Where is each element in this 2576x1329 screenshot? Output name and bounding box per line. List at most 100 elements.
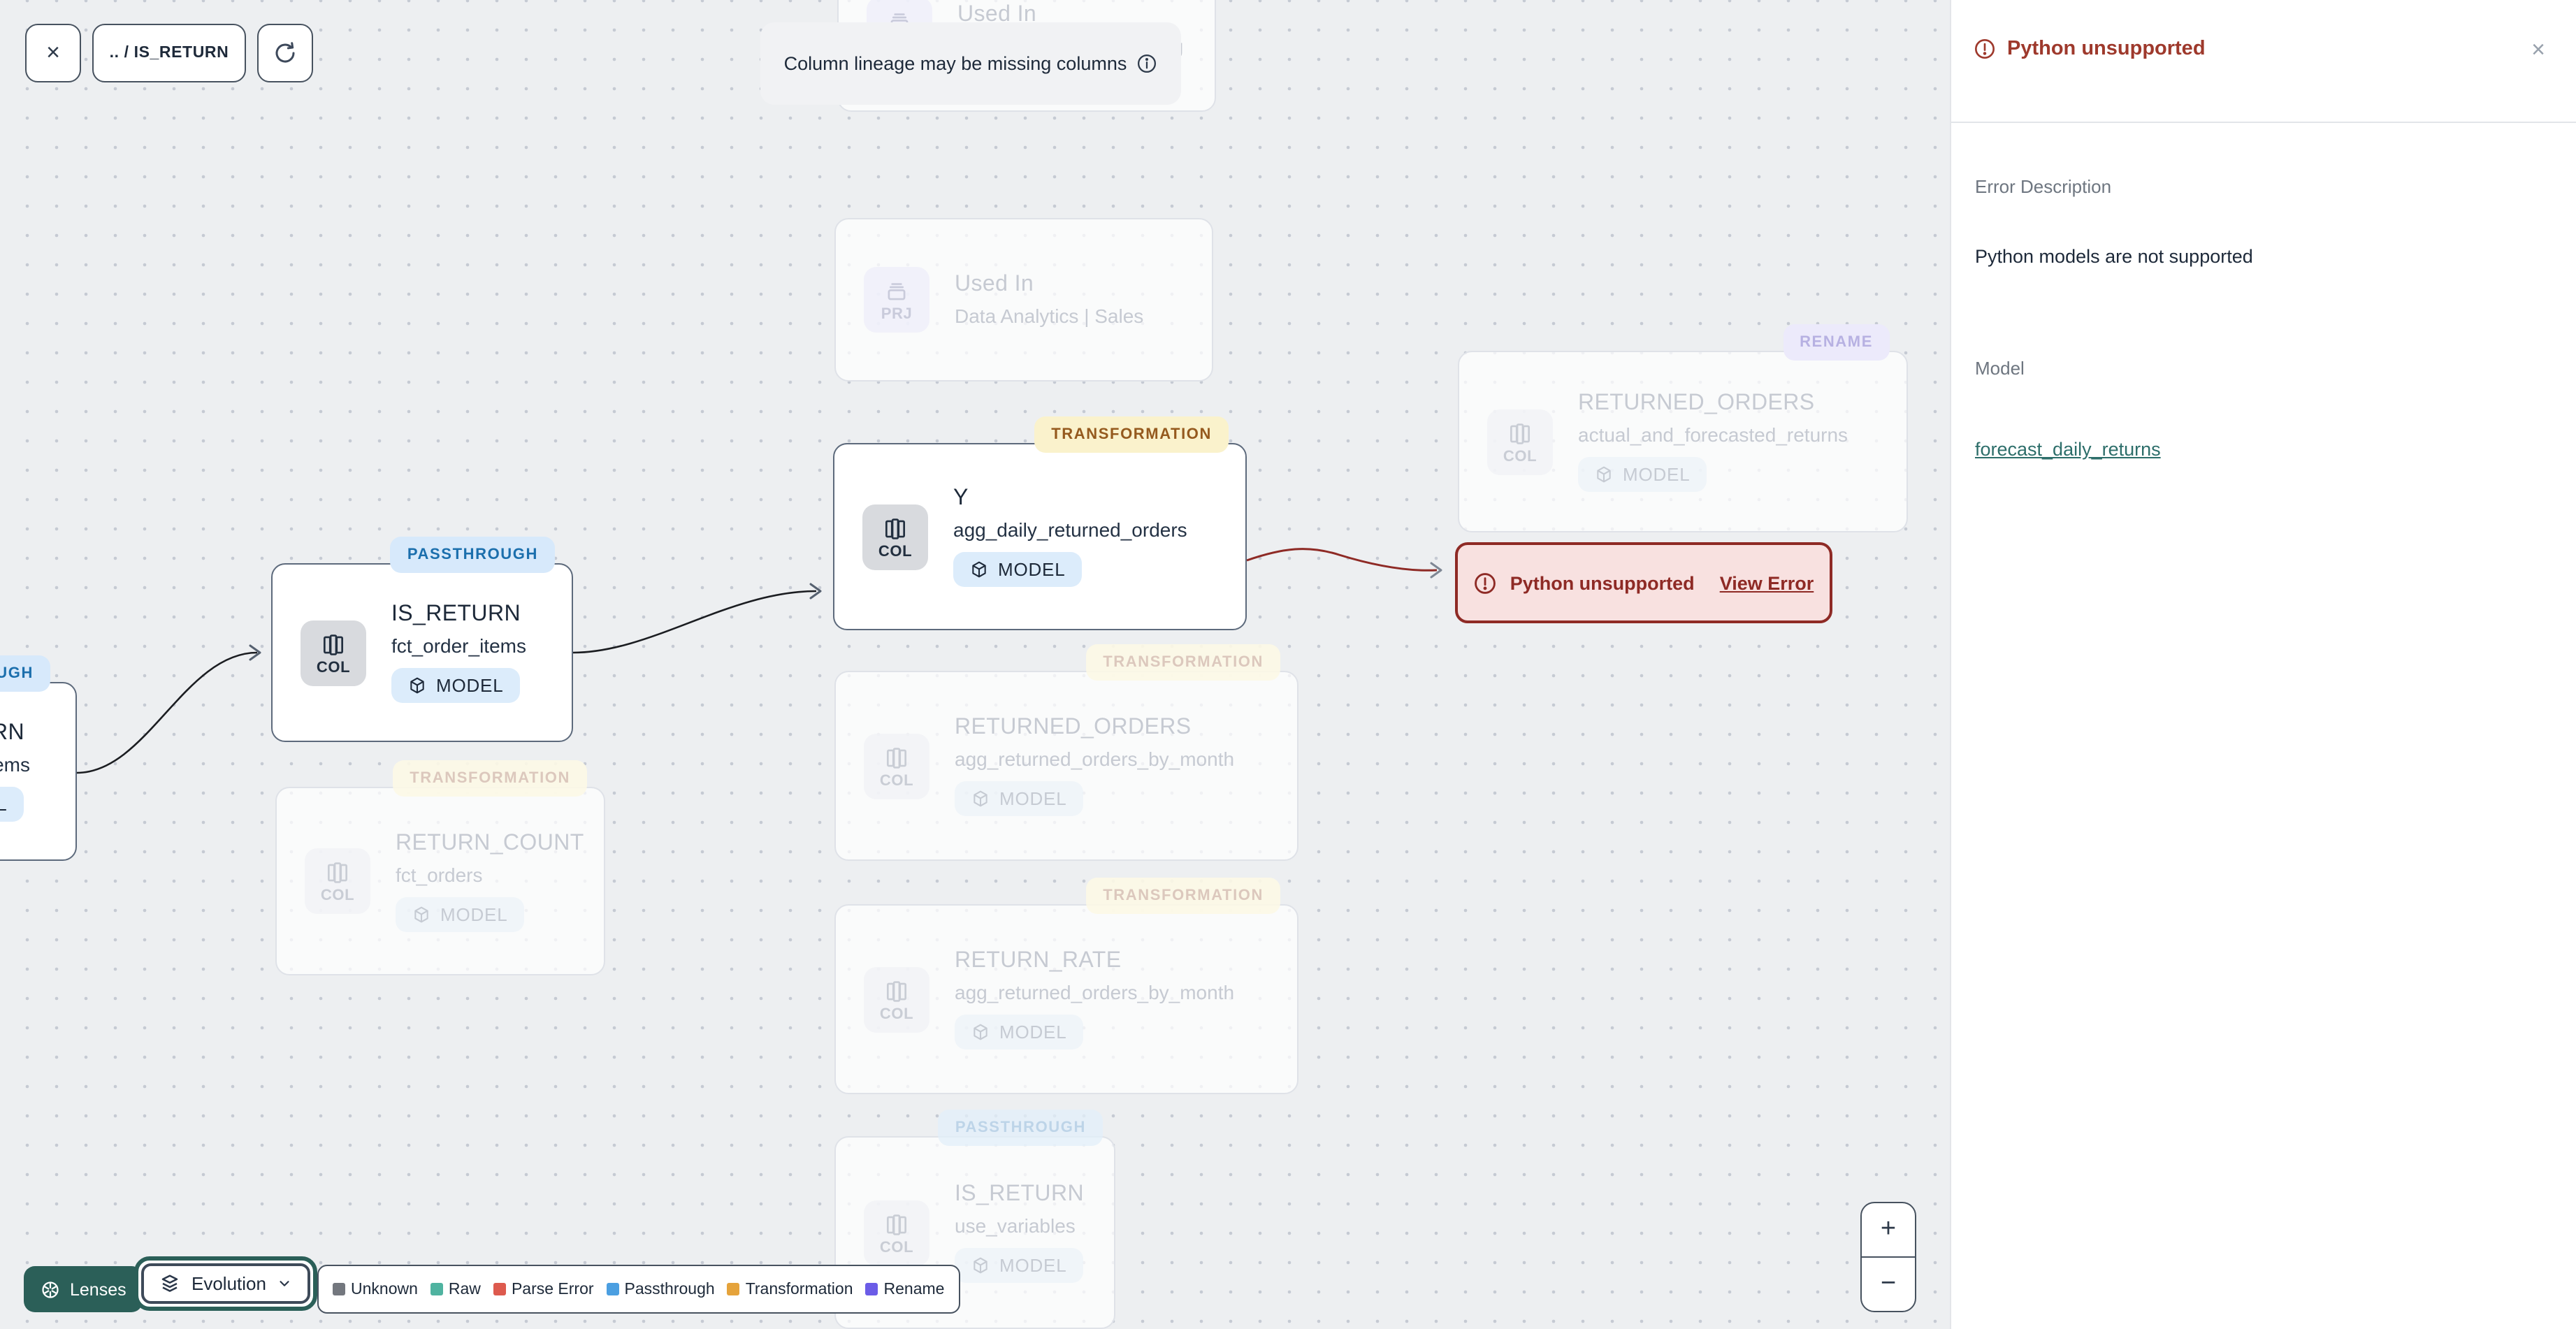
tile-label: COL: [879, 772, 914, 789]
lineage-edge: [1246, 548, 1438, 572]
node-subtitle: actual_and_forecasted_returns: [1578, 423, 1848, 446]
legend-swatch: [493, 1283, 506, 1295]
transformation-badge: TRANSFORMATION: [1086, 878, 1280, 914]
node-subtitle: fct_order_items: [391, 634, 526, 657]
cube-icon: [971, 790, 990, 808]
passthrough-badge: PASSTHROUGH: [390, 537, 555, 573]
lens-aperture-icon: [41, 1279, 60, 1299]
model-chip[interactable]: MODEL: [955, 1015, 1084, 1050]
evolution-dropdown[interactable]: Evolution: [141, 1263, 311, 1304]
tile-label: COL: [878, 543, 913, 560]
model-chip[interactable]: MODEL: [0, 787, 24, 822]
model-chip-label: MODEL: [998, 559, 1066, 580]
info-icon[interactable]: [1136, 53, 1157, 74]
node-subtitle: use_variables: [955, 1214, 1076, 1237]
cube-icon: [412, 905, 430, 923]
error-circle-icon: [1974, 38, 1996, 60]
lineage-node-is-return-fct-order-items[interactable]: PASSTHROUGH COL IS_RETURN fct_order_items MO…: [271, 537, 573, 742]
chevron-down-icon: [277, 1276, 293, 1291]
model-chip-label: MODEL: [1623, 464, 1691, 485]
evolution-label: Evolution: [191, 1273, 266, 1294]
tile-label: PRJ: [881, 306, 913, 323]
zoom-in-button[interactable]: +: [1862, 1203, 1915, 1258]
node-title: Y: [953, 486, 969, 510]
error-description-label: Error Description: [1975, 176, 2112, 197]
passthrough-badge: PASSTHROUGH: [938, 1110, 1103, 1146]
tile-label: COL: [879, 1239, 914, 1256]
rename-badge: RENAME: [1783, 324, 1890, 361]
lineage-node-returned-orders-by-month[interactable]: TRANSFORMATION COL RETURNED_ORDERS agg_retu…: [834, 644, 1298, 861]
node-subtitle: fct_order_items: [0, 753, 30, 776]
legend-swatch: [430, 1283, 443, 1295]
cube-icon: [971, 1023, 990, 1041]
node-subtitle: agg_returned_orders_by_month: [955, 981, 1235, 1003]
legend-label: Unknown: [351, 1281, 418, 1298]
model-chip-label: MODEL: [436, 675, 504, 696]
model-chip[interactable]: MODEL: [1578, 457, 1707, 492]
lineage-node-used-in-sales[interactable]: PRJ Used In Data Analytics | Sales: [834, 218, 1213, 382]
panel-title: Python unsupported: [2007, 38, 2206, 60]
refresh-icon: [273, 41, 298, 66]
view-error-link[interactable]: View Error: [1720, 572, 1814, 593]
tile-label: COL: [1503, 448, 1537, 465]
model-chip[interactable]: MODEL: [396, 896, 525, 931]
legend-swatch: [865, 1283, 878, 1295]
python-unsupported-error-node[interactable]: Python unsupported View Error: [1455, 542, 1832, 623]
legend-item-parse-error: Parse Error: [493, 1281, 594, 1298]
legend-item-rename: Rename: [865, 1281, 944, 1298]
node-subtitle: agg_returned_orders_by_month: [955, 748, 1235, 770]
legend-swatch: [333, 1283, 345, 1295]
lineage-app: PRJUsed InData Analytics | MarketingPRJU…: [0, 0, 2576, 1329]
missing-columns-banner: Column lineage may be missing columns: [760, 22, 1181, 105]
column-tile-icon: COL: [864, 733, 929, 799]
lineage-node-return-count[interactable]: TRANSFORMATION COL RETURN_COUNT fct_orders M…: [275, 760, 605, 975]
error-circle-icon: [1474, 571, 1498, 595]
lenses-button[interactable]: Lenses: [24, 1266, 143, 1312]
refresh-button[interactable]: [257, 24, 313, 82]
edge-arrowhead-icon: [249, 644, 261, 661]
lineage-edge: [76, 651, 258, 774]
column-tile-icon: COL: [864, 966, 929, 1032]
passthrough-badge: PASSTHROUGH: [0, 655, 50, 692]
node-title: RETURN_RATE: [955, 949, 1122, 973]
model-chip[interactable]: MODEL: [953, 552, 1083, 587]
column-tile-icon: COL: [862, 504, 928, 569]
breadcrumb-label: .. / IS_RETURN: [109, 45, 229, 61]
panel-close-icon[interactable]: ×: [2531, 36, 2545, 64]
close-lineage-button[interactable]: ×: [25, 24, 81, 82]
node-title: RETURNED_ORDERS: [1578, 391, 1815, 415]
model-chip[interactable]: MODEL: [955, 1248, 1084, 1283]
lineage-canvas[interactable]: PRJUsed InData Analytics | MarketingPRJU…: [0, 0, 1950, 1329]
column-tile-icon: COL: [1487, 409, 1553, 474]
edge-arrowhead-icon: [809, 583, 822, 600]
legend-item-transformation: Transformation: [727, 1281, 853, 1298]
lineage-node-y-agg-daily-returned-orders[interactable]: TRANSFORMATION COL Yagg_daily_returned_ord…: [833, 416, 1247, 630]
project-tile-icon: PRJ: [864, 267, 929, 333]
cube-icon: [408, 676, 426, 695]
model-link[interactable]: forecast_daily_returns: [1975, 439, 2161, 460]
model-chip-label: MODEL: [999, 1255, 1067, 1276]
model-chip[interactable]: MODEL: [391, 668, 521, 703]
panel-header: Python unsupported ×: [1951, 0, 2576, 123]
legend-label: Transformation: [745, 1281, 853, 1298]
lineage-node-returned-orders-rename[interactable]: RENAME COL RETURNED_ORDERS actual_and_forec…: [1458, 324, 1908, 532]
cube-icon: [1595, 465, 1613, 484]
legend-label: Passthrough: [624, 1281, 715, 1298]
transformation-badge: TRANSFORMATION: [393, 760, 587, 797]
lineage-node-is-return-offscreen[interactable]: PASSTHROUGHCOLIS_RETURNfct_order_itemsMO…: [0, 655, 77, 861]
layers-icon: [159, 1273, 180, 1294]
node-title: IS_RETURN: [955, 1182, 1084, 1206]
legend-swatch: [727, 1283, 740, 1295]
lineage-node-return-rate[interactable]: TRANSFORMATION COL RETURN_RATE agg_returned…: [834, 878, 1298, 1094]
breadcrumb[interactable]: .. / IS_RETURN: [92, 24, 246, 82]
lens-selector[interactable]: Evolution: [134, 1256, 318, 1311]
model-label: Model: [1975, 358, 2025, 379]
model-chip-label: MODEL: [999, 788, 1067, 809]
node-title: Used In: [955, 273, 1034, 296]
banner-text: Column lineage may be missing columns: [783, 53, 1127, 74]
model-chip[interactable]: MODEL: [955, 781, 1084, 816]
legend-label: Parse Error: [511, 1281, 594, 1298]
zoom-out-button[interactable]: −: [1862, 1258, 1915, 1311]
transformation-badge: TRANSFORMATION: [1086, 644, 1280, 681]
legend-item-passthrough: Passthrough: [606, 1281, 715, 1298]
